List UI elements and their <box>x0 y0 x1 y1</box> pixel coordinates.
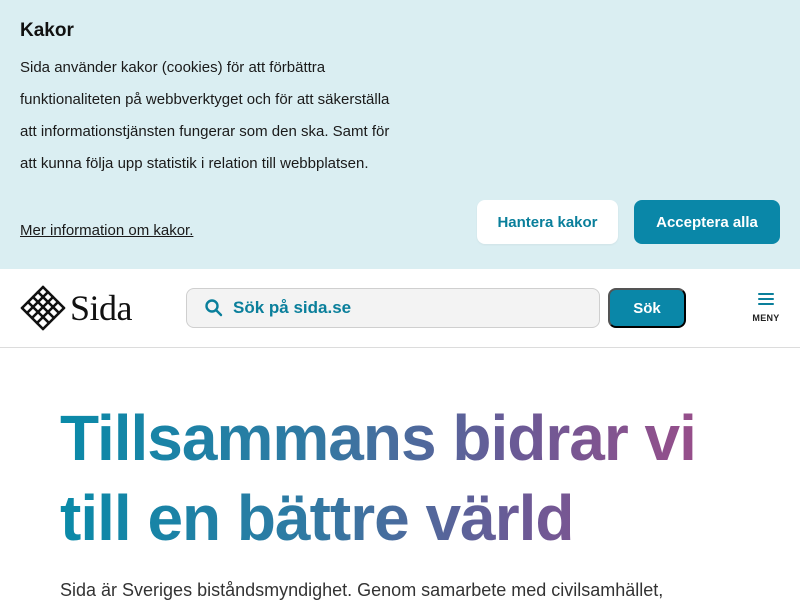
search-input[interactable]: Sök på sida.se <box>233 298 351 318</box>
menu-label: MENY <box>752 313 780 323</box>
cookie-title: Kakor <box>20 20 74 41</box>
menu-button[interactable]: MENY <box>748 291 784 331</box>
search-field[interactable]: Sök på sida.se <box>186 288 600 328</box>
logo-text: Sida <box>70 288 133 328</box>
hamburger-menu-icon <box>758 293 774 308</box>
accept-all-button[interactable]: Acceptera alla <box>634 200 780 244</box>
logo-link[interactable]: Sida <box>20 285 133 331</box>
hero-title: Tillsammans bidrar vi till en bättre vär… <box>60 398 760 558</box>
cookie-banner: Kakor Sida använder kakor (cookies) för … <box>0 0 800 269</box>
cookie-text: Sida använder kakor (cookies) för att fö… <box>20 59 390 172</box>
hero-intro: Sida är Sveriges biståndsmyndighet. Geno… <box>60 580 664 600</box>
manage-cookies-button[interactable]: Hantera kakor <box>477 200 618 244</box>
cookie-more-info-link[interactable]: Mer information om kakor. <box>20 222 193 239</box>
site-header: Sida Sök på sida.se Sök MENY <box>0 269 800 348</box>
sida-logo-icon <box>20 285 66 331</box>
search-icon <box>203 297 225 319</box>
search-button[interactable]: Sök <box>608 288 686 328</box>
